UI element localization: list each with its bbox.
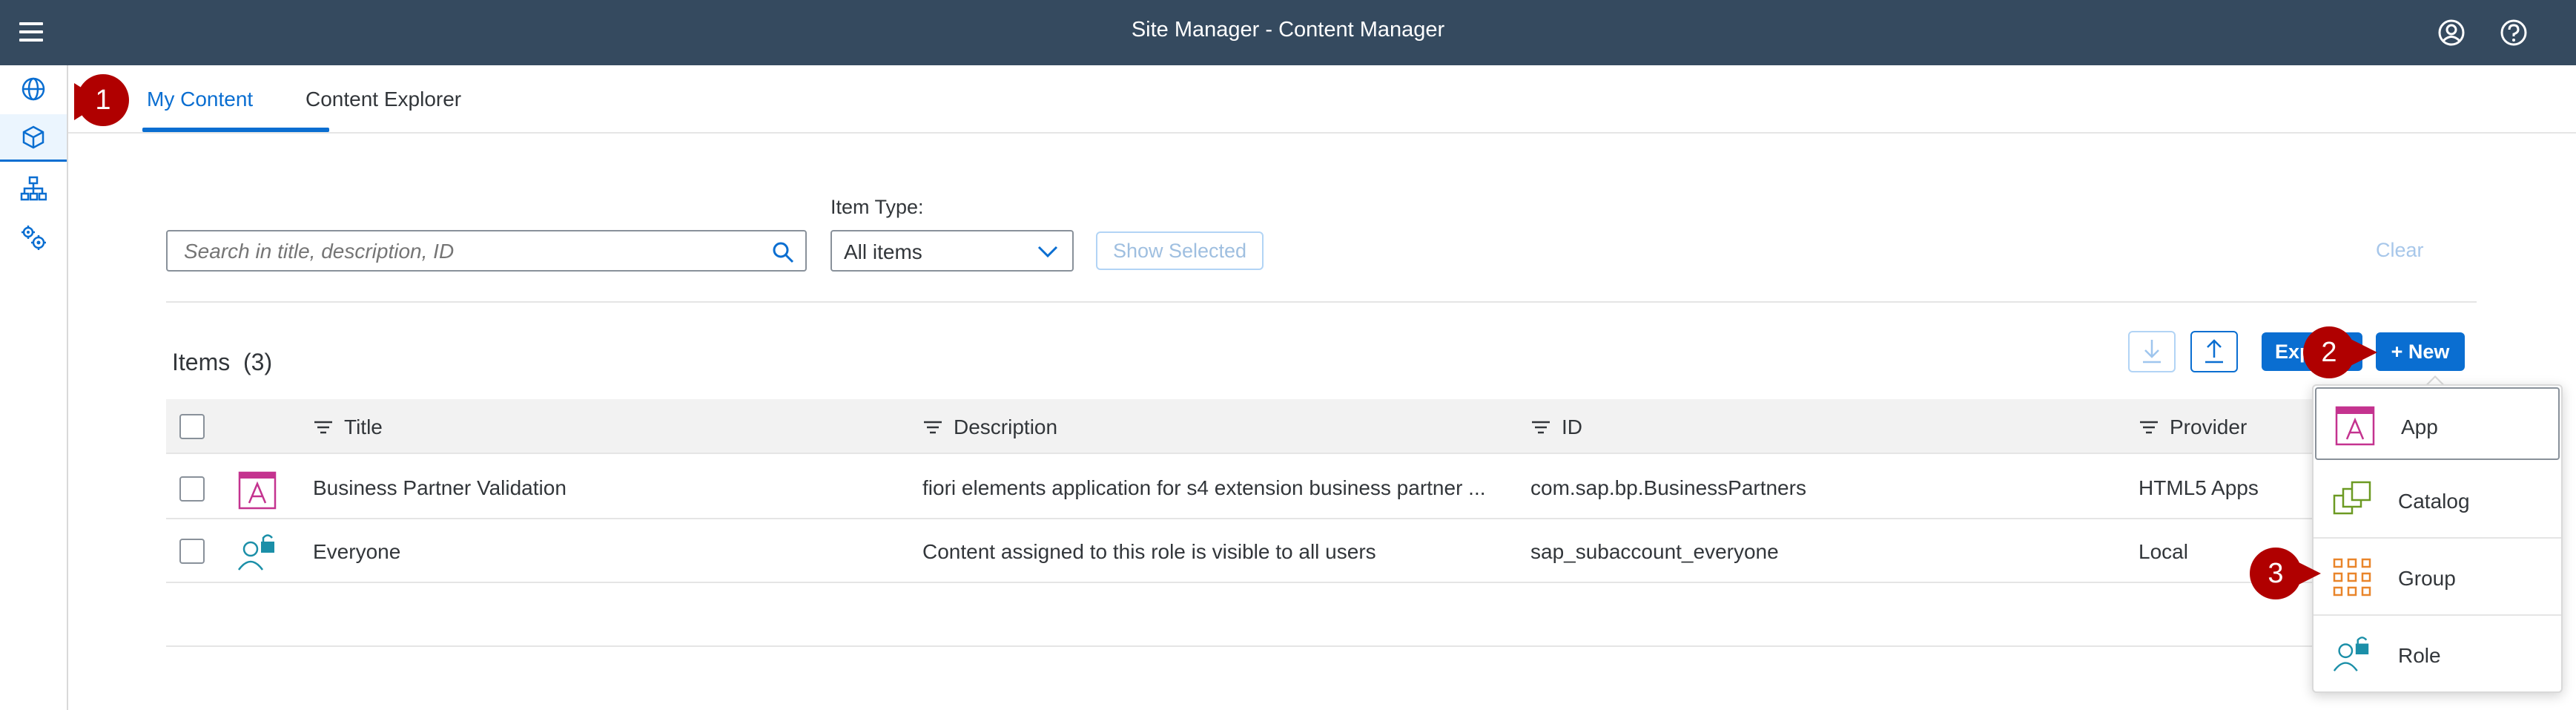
shell-title: Site Manager - Content Manager — [1131, 18, 1445, 42]
menu-item-group[interactable]: Group — [2314, 540, 2561, 616]
row-provider: HTML5 Apps — [2139, 476, 2259, 499]
sort-filter-icon — [314, 421, 332, 434]
column-description-label: Description — [954, 415, 1058, 438]
menu-item-label: Group — [2398, 567, 2456, 590]
column-title-label: Title — [344, 415, 383, 438]
download-button[interactable] — [2128, 331, 2176, 372]
item-type-label: Item Type: — [830, 196, 924, 218]
settings-gears-icon[interactable] — [0, 214, 67, 261]
help-icon[interactable] — [2497, 16, 2530, 49]
column-header-provider[interactable]: Provider — [2139, 415, 2247, 439]
user-profile-icon[interactable] — [2435, 16, 2468, 49]
new-item-menu: App Catalog Group Role — [2312, 384, 2563, 693]
chevron-down-icon — [1037, 242, 1059, 263]
menu-item-label: Catalog — [2398, 490, 2470, 513]
menu-item-label: App — [2401, 415, 2438, 438]
filter-divider — [166, 301, 2477, 303]
catalog-icon — [2331, 479, 2373, 521]
column-provider-label: Provider — [2170, 415, 2248, 438]
upload-icon — [2192, 339, 2236, 374]
column-header-description[interactable]: Description — [922, 415, 1057, 439]
row-id: sap_subaccount_everyone — [1530, 540, 1779, 563]
table-bottom-divider — [166, 645, 2477, 647]
menu-item-role[interactable]: Role — [2314, 617, 2561, 693]
row-title: Everyone — [313, 540, 401, 563]
new-button[interactable]: + New — [2376, 332, 2465, 371]
site-manager-window: Site Manager - Content Manager My Conten… — [0, 0, 2576, 710]
tab-my-content[interactable]: My Content — [147, 88, 253, 111]
tab-content-explorer[interactable]: Content Explorer — [306, 88, 461, 111]
shell-bar: Site Manager - Content Manager — [0, 0, 2576, 65]
items-title: Items — [172, 349, 231, 375]
row-description: fiori elements application for s4 extens… — [922, 476, 1486, 499]
column-header-id[interactable]: ID — [1530, 415, 1582, 439]
app-icon — [237, 470, 277, 514]
role-icon — [236, 531, 279, 578]
globe-icon[interactable] — [0, 65, 67, 113]
row-checkbox[interactable] — [179, 476, 205, 502]
upload-button[interactable] — [2190, 331, 2238, 372]
table-header: Title Description ID Provider — [166, 399, 2477, 454]
search-icon[interactable] — [771, 240, 795, 268]
items-heading: Items (3) — [172, 349, 272, 376]
sort-filter-icon — [924, 421, 942, 434]
items-count: (3) — [243, 349, 273, 375]
row-description: Content assigned to this role is visible… — [922, 540, 1376, 563]
callout-badge-1: 1 — [77, 74, 129, 126]
row-provider: Local — [2139, 540, 2188, 563]
item-type-select[interactable]: All items — [830, 230, 1074, 272]
search-input[interactable] — [184, 237, 747, 266]
search-field[interactable] — [166, 230, 807, 272]
item-type-value: All items — [844, 240, 922, 263]
show-selected-button[interactable]: Show Selected — [1096, 231, 1264, 270]
active-tab-indicator — [142, 128, 329, 132]
table-row[interactable]: Business Partner Validation fiori elemen… — [166, 457, 2477, 519]
menu-item-label: Role — [2398, 644, 2441, 667]
hierarchy-icon[interactable] — [0, 165, 67, 212]
menu-item-app[interactable]: App — [2315, 387, 2560, 460]
menu-item-catalog[interactable]: Catalog — [2314, 463, 2561, 539]
clear-button[interactable]: Clear — [2376, 239, 2424, 262]
callout-badge-2: 2 — [2303, 326, 2355, 378]
column-header-title[interactable]: Title — [313, 415, 383, 439]
row-id: com.sap.bp.BusinessPartners — [1530, 476, 1806, 499]
role-icon — [2331, 634, 2373, 675]
cube-icon[interactable] — [0, 114, 67, 162]
column-id-label: ID — [1562, 415, 1582, 438]
sort-filter-icon — [1532, 421, 1550, 434]
select-all-checkbox[interactable] — [179, 414, 205, 439]
row-title: Business Partner Validation — [313, 476, 567, 499]
side-navigation — [0, 65, 68, 710]
callout-badge-3: 3 — [2250, 548, 2302, 599]
table-row[interactable]: Everyone Content assigned to this role i… — [166, 521, 2477, 583]
download-icon — [2130, 340, 2174, 374]
row-checkbox[interactable] — [179, 539, 205, 564]
app-icon — [2334, 405, 2376, 447]
sort-filter-icon — [2140, 421, 2158, 434]
group-icon — [2331, 556, 2373, 598]
tab-bar: My Content Content Explorer — [68, 65, 2576, 134]
